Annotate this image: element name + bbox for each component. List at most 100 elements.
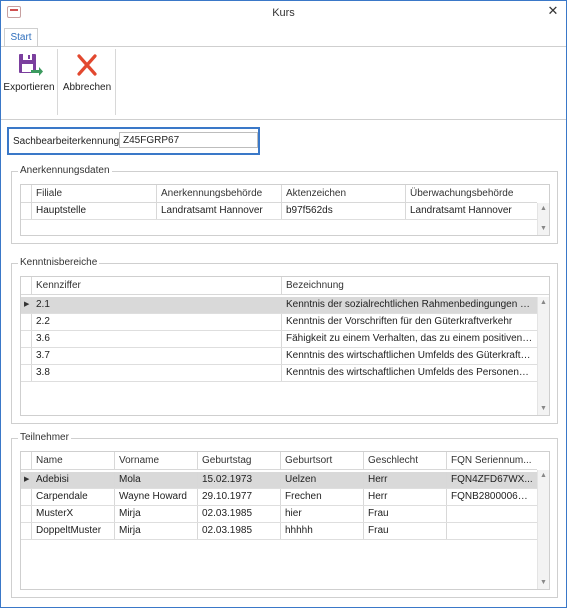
table-cell: 02.03.1985	[197, 523, 280, 539]
scroll-down-icon[interactable]: ▼	[538, 224, 549, 234]
table-cell: hhhhh	[280, 523, 363, 539]
ribbon-tabs: Start	[1, 27, 566, 47]
column-header[interactable]: Filiale	[31, 185, 156, 202]
sachbearbeiter-field: Sachbearbeiterkennung:	[7, 127, 260, 155]
table-row[interactable]: ▶ Adebisi Mola 15.02.1973 Uelzen Herr FQ…	[21, 472, 537, 489]
grid-header: Filiale Anerkennungsbehörde Aktenzeichen…	[21, 185, 537, 203]
window-title: Kurs	[272, 7, 295, 19]
teilnehmer-title: Teilnehmer	[18, 432, 71, 443]
cancel-label: Abbrechen	[62, 82, 112, 93]
scroll-down-icon[interactable]: ▼	[538, 404, 549, 414]
table-cell: Wayne Howard	[114, 489, 197, 505]
table-cell: 15.02.1973	[197, 472, 280, 488]
kenntnis-grid: Kennziffer Bezeichnung ▶ 2.1 Kenntnis de…	[20, 276, 550, 416]
table-cell: Frau	[363, 506, 446, 522]
sachbearbeiter-label: Sachbearbeiterkennung:	[13, 136, 122, 147]
anerkennung-title: Anerkennungsdaten	[18, 165, 112, 176]
grid-header: Kennziffer Bezeichnung	[21, 277, 549, 295]
column-header[interactable]: Name	[31, 452, 114, 469]
table-cell: MusterX	[31, 506, 114, 522]
column-header[interactable]: Kennziffer	[31, 277, 281, 294]
table-cell: 3.6	[31, 331, 281, 347]
table-cell	[446, 506, 537, 522]
table-cell: FQNB2800006L41	[446, 489, 537, 505]
table-cell: Hauptstelle	[31, 203, 156, 219]
kenntnis-title: Kenntnisbereiche	[18, 257, 100, 268]
anerkennung-grid: Filiale Anerkennungsbehörde Aktenzeichen…	[20, 184, 550, 236]
table-cell: Mola	[114, 472, 197, 488]
table-cell: 2.1	[31, 297, 281, 313]
kenntnis-group: Kenntnisbereiche Kennziffer Bezeichnung …	[11, 257, 558, 424]
column-header[interactable]: Geburtstag	[197, 452, 280, 469]
table-cell: Adebisi	[31, 472, 114, 488]
table-row[interactable]: Hauptstelle Landratsamt Hannover b97f562…	[21, 203, 537, 220]
scroll-up-icon[interactable]: ▲	[538, 204, 549, 214]
table-cell: Mirja	[114, 523, 197, 539]
kurs-window: Kurs ✕ Start Exportieren Abbrechen Sachb…	[0, 0, 567, 608]
teilnehmer-grid: Name Vorname Geburtstag Geburtsort Gesch…	[20, 451, 550, 590]
column-header[interactable]: Bezeichnung	[281, 277, 549, 294]
table-cell: b97f562ds	[281, 203, 405, 219]
title-bar: Kurs ✕	[1, 1, 566, 27]
table-cell: Kenntnis des wirtschaftlichen Umfelds de…	[281, 348, 537, 364]
table-cell: Landratsamt Hannover	[156, 203, 281, 219]
red-x-icon	[77, 54, 97, 76]
cancel-button[interactable]: Abbrechen	[61, 49, 113, 117]
tab-start[interactable]: Start	[4, 28, 38, 47]
table-row[interactable]: 3.7 Kenntnis des wirtschaftlichen Umfeld…	[21, 348, 537, 365]
row-indicator-icon: ▶	[24, 301, 30, 308]
table-row[interactable]: DoppeltMuster Mirja 02.03.1985 hhhhh Fra…	[21, 523, 537, 540]
table-cell: Frechen	[280, 489, 363, 505]
scroll-up-icon[interactable]: ▲	[538, 298, 549, 308]
table-cell: Mirja	[114, 506, 197, 522]
anerkennung-group: Anerkennungsdaten Filiale Anerkennungsbe…	[11, 165, 558, 244]
column-header[interactable]: Überwachungsbehörde	[405, 185, 537, 202]
column-header[interactable]: Aktenzeichen	[281, 185, 405, 202]
table-cell	[446, 523, 537, 539]
table-cell: DoppeltMuster	[31, 523, 114, 539]
table-row[interactable]: 3.6 Fähigkeit zu einem Verhalten, das zu…	[21, 331, 537, 348]
vertical-scrollbar[interactable]: ▲ ▼	[537, 203, 549, 235]
vertical-scrollbar[interactable]: ▲ ▼	[537, 470, 549, 589]
column-header[interactable]: Anerkennungsbehörde	[156, 185, 281, 202]
table-row[interactable]: 2.2 Kenntnis der Vorschriften für den Gü…	[21, 314, 537, 331]
table-cell: 29.10.1977	[197, 489, 280, 505]
column-header[interactable]: Geschlecht	[363, 452, 446, 469]
table-cell: Landratsamt Hannover	[405, 203, 537, 219]
table-row[interactable]: ▶ 2.1 Kenntnis der sozialrechtlichen Rah…	[21, 297, 537, 314]
table-cell: 3.8	[31, 365, 281, 381]
column-header[interactable]: FQN Seriennum...	[446, 452, 537, 469]
table-cell: 3.7	[31, 348, 281, 364]
export-button[interactable]: Exportieren	[3, 49, 55, 117]
table-cell: Uelzen	[280, 472, 363, 488]
table-cell: Herr	[363, 472, 446, 488]
close-button[interactable]: ✕	[546, 3, 560, 19]
table-row[interactable]: 3.8 Kenntnis des wirtschaftlichen Umfeld…	[21, 365, 537, 382]
table-cell: Herr	[363, 489, 446, 505]
table-cell: 2.2	[31, 314, 281, 330]
export-label: Exportieren	[3, 82, 55, 93]
ribbon-separator	[115, 49, 116, 115]
row-indicator-icon: ▶	[24, 476, 30, 483]
table-cell: Kenntnis des wirtschaftlichen Umfelds de…	[281, 365, 537, 381]
sachbearbeiter-input[interactable]	[119, 132, 258, 148]
scroll-down-icon[interactable]: ▼	[538, 578, 549, 588]
table-cell: hier	[280, 506, 363, 522]
ribbon-toolbar: Exportieren Abbrechen	[1, 46, 566, 120]
table-cell: 02.03.1985	[197, 506, 280, 522]
table-cell: FQN4ZFD67WX...	[446, 472, 537, 488]
table-cell: Frau	[363, 523, 446, 539]
table-row[interactable]: MusterX Mirja 02.03.1985 hier Frau	[21, 506, 537, 523]
table-cell: Kenntnis der Vorschriften für den Güterk…	[281, 314, 537, 330]
grid-header: Name Vorname Geburtstag Geburtsort Gesch…	[21, 452, 537, 470]
table-cell: Carpendale	[31, 489, 114, 505]
save-export-icon	[19, 54, 43, 76]
column-header[interactable]: Vorname	[114, 452, 197, 469]
scroll-up-icon[interactable]: ▲	[538, 471, 549, 481]
teilnehmer-group: Teilnehmer Name Vorname Geburtstag Gebur…	[11, 432, 558, 598]
table-row[interactable]: Carpendale Wayne Howard 29.10.1977 Frech…	[21, 489, 537, 506]
vertical-scrollbar[interactable]: ▲ ▼	[537, 297, 549, 415]
column-header[interactable]: Geburtsort	[280, 452, 363, 469]
table-cell: Kenntnis der sozialrechtlichen Rahmenbed…	[281, 297, 537, 313]
ribbon-separator	[57, 49, 58, 115]
